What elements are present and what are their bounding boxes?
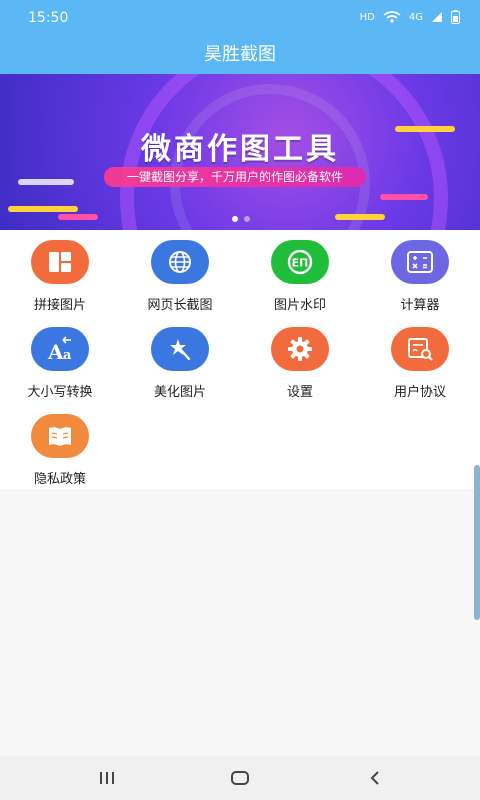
app-header: 15:50 HD 4G 昊胜截图 — [0, 0, 480, 74]
recent-apps-icon — [100, 772, 114, 784]
banner-headline: 微商作图工具 — [141, 132, 339, 167]
banner-stripe — [8, 206, 78, 212]
hd-indicator: HD — [359, 11, 375, 23]
banner-stripe — [380, 194, 428, 200]
tool-watermark[interactable]: EΠ 图片水印 — [240, 230, 360, 316]
tool-label: 图片水印 — [273, 298, 326, 313]
home-icon — [231, 771, 249, 785]
pager-dot — [244, 216, 250, 222]
tool-grid: 拼接图片 网页长截图 EΠ 图片水印 计算器 Aa 大小写转换 美化图片 设置 … — [0, 230, 480, 491]
globe-icon — [151, 240, 209, 284]
scrollbar[interactable] — [474, 465, 480, 620]
status-icons: HD 4G — [360, 10, 460, 24]
banner-stripe — [18, 179, 74, 185]
tool-label: 用户协议 — [393, 385, 446, 400]
back-button[interactable] — [355, 764, 395, 792]
tool-settings[interactable]: 设置 — [240, 317, 360, 403]
promo-banner[interactable]: 微商作图工具 一键截图分享，千万用户的作图必备软件 — [0, 74, 480, 230]
gear-icon — [271, 327, 329, 371]
recent-apps-button[interactable] — [87, 764, 127, 792]
system-nav-bar — [0, 756, 480, 800]
signal-icon — [432, 12, 442, 22]
tool-label: 拼接图片 — [33, 298, 86, 313]
status-bar: 15:50 HD 4G — [0, 0, 480, 34]
home-button[interactable] — [220, 764, 260, 792]
tool-label: 大小写转换 — [27, 385, 93, 400]
wifi-icon — [383, 11, 401, 23]
tool-label: 网页长截图 — [147, 298, 213, 313]
magic-wand-icon — [151, 327, 209, 371]
collage-icon — [31, 240, 89, 284]
banner-pager — [232, 216, 250, 222]
tool-label: 设置 — [286, 385, 313, 400]
pager-dot — [232, 216, 238, 222]
tool-case-convert[interactable]: Aa 大小写转换 — [0, 317, 120, 403]
book-icon — [31, 414, 89, 458]
tool-label: 计算器 — [400, 298, 440, 313]
tool-web-screenshot[interactable]: 网页长截图 — [120, 230, 240, 316]
watermark-icon: EΠ — [271, 240, 329, 284]
tool-beautify[interactable]: 美化图片 — [120, 317, 240, 403]
battery-icon — [451, 10, 460, 24]
banner-subtitle: 一键截图分享，千万用户的作图必备软件 — [104, 167, 366, 187]
tool-user-agreement[interactable]: 用户协议 — [360, 317, 480, 403]
svg-text:a: a — [63, 348, 72, 363]
page-title: 昊胜截图 — [204, 44, 276, 65]
banner-stripe — [58, 214, 98, 220]
status-time: 15:50 — [28, 10, 69, 26]
tool-privacy-policy[interactable]: 隐私政策 — [0, 404, 120, 490]
svg-text:EΠ: EΠ — [292, 257, 309, 270]
tool-calculator[interactable]: 计算器 — [360, 230, 480, 316]
case-convert-icon: Aa — [31, 327, 89, 371]
network-indicator: 4G — [408, 11, 423, 23]
back-icon — [370, 771, 379, 785]
calculator-icon — [391, 240, 449, 284]
document-search-icon — [391, 327, 449, 371]
banner-stripe — [335, 214, 385, 220]
tool-collage[interactable]: 拼接图片 — [0, 230, 120, 316]
svg-text:A: A — [47, 340, 64, 363]
tool-label: 隐私政策 — [33, 472, 86, 487]
tool-label: 美化图片 — [153, 385, 206, 400]
